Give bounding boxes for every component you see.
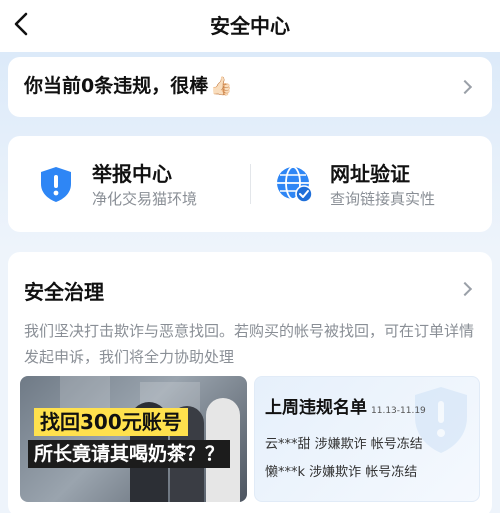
weekly-violation-list[interactable]: 上周违规名单 11.13-11.19 云***甜 涉嫌欺诈 帐号冻结 懒***k … <box>254 376 480 502</box>
report-center-title: 举报中心 <box>92 162 172 186</box>
shield-exclamation-icon <box>41 167 71 202</box>
security-governance-card: 安全治理 我们坚决打击欺诈与恶意找回。若购买的帐号被找回，可在订单详情发起申诉，… <box>8 252 492 513</box>
thumbs-up-icon: 👍🏻 <box>210 76 233 97</box>
violation-list-date: 11.13-11.19 <box>371 406 426 416</box>
report-center-subtitle: 净化交易猫环境 <box>92 190 198 208</box>
url-verify-button[interactable]: 网址验证 查询链接真实性 <box>274 156 474 212</box>
violation-list-title: 上周违规名单 11.13-11.19 <box>265 393 426 418</box>
governance-description: 我们坚决打击欺诈与恶意找回。若购买的帐号被找回，可在订单详情发起申诉，我们将全力… <box>24 322 475 366</box>
violation-status: 你当前0条违规，很棒 👍🏻 <box>24 71 233 98</box>
services-card: 举报中心 净化交易猫环境 网址验证 查询链接真实性 <box>8 136 492 232</box>
violation-list-row: 云***甜 涉嫌欺诈 帐号冻结 <box>265 437 423 452</box>
violation-list-title-text: 上周违规名单 <box>265 398 367 418</box>
promo-caption-line1: 找回300元账号 <box>34 408 188 436</box>
governance-chevron-right-icon[interactable] <box>457 281 473 297</box>
governance-title: 安全治理 <box>24 280 104 304</box>
violation-status-card[interactable]: 你当前0条违规，很棒 👍🏻 <box>8 57 492 117</box>
report-center-button[interactable]: 举报中心 净化交易猫环境 <box>36 156 236 212</box>
chevron-right-icon <box>457 79 473 95</box>
nav-bar: 安全中心 <box>0 0 500 52</box>
violation-text: 你当前0条违规，很棒 <box>24 75 209 97</box>
page-title: 安全中心 <box>210 14 290 38</box>
promo-video-thumbnail[interactable]: 找回300元账号 所长竟请其喝奶茶？？ <box>20 376 247 502</box>
url-verify-title: 网址验证 <box>330 162 410 186</box>
url-verify-subtitle: 查询链接真实性 <box>330 190 436 208</box>
divider <box>250 164 251 204</box>
globe-check-icon <box>277 166 313 203</box>
violation-list-row: 懒***k 涉嫌欺诈 帐号冻结 <box>265 465 418 480</box>
promo-caption-line2: 所长竟请其喝奶茶？？ <box>28 440 231 468</box>
